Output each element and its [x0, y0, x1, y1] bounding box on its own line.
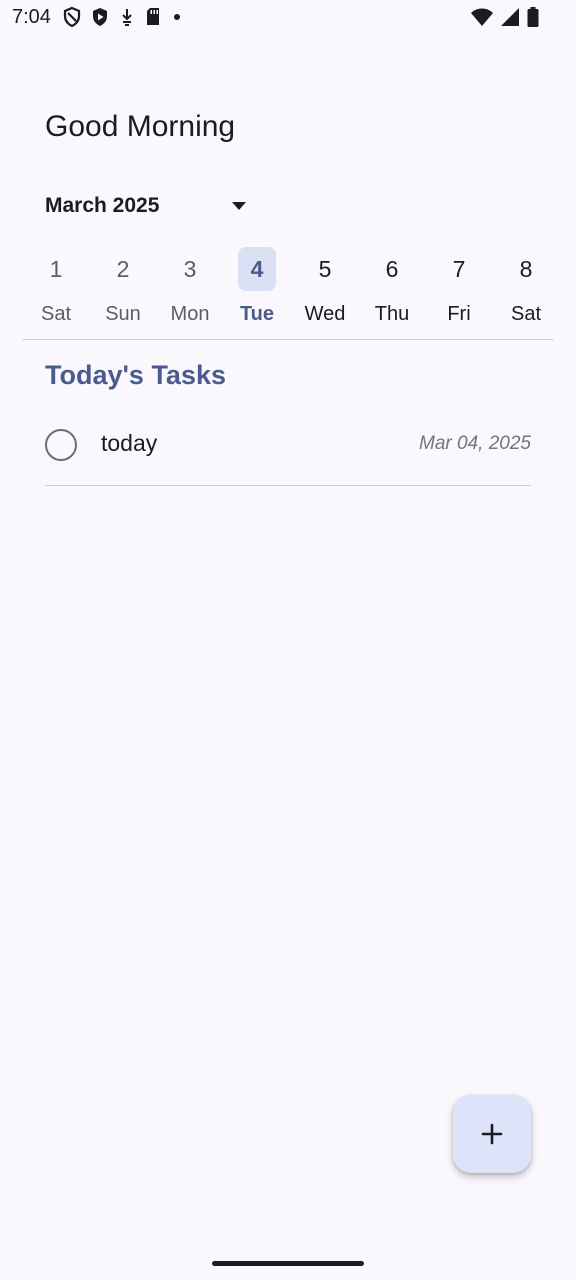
- day-cell-1[interactable]: 1 Sat: [26, 245, 86, 335]
- month-selector[interactable]: March 2025: [45, 194, 247, 218]
- day-name: Fri: [447, 303, 471, 325]
- day-name: Sat: [510, 303, 542, 325]
- day-name: Thu: [374, 303, 410, 325]
- day-name: Wed: [304, 303, 346, 325]
- day-name: Mon: [170, 303, 210, 325]
- day-number: 3: [183, 256, 197, 282]
- signal-icon: [501, 8, 519, 26]
- status-bar: 7:04: [0, 0, 576, 36]
- day-cell-2[interactable]: 2 Sun: [93, 245, 153, 335]
- battery-icon: [527, 7, 539, 27]
- plus-icon: [481, 1123, 503, 1145]
- status-time: 7:04: [12, 6, 51, 28]
- page-title: Good Morning: [45, 110, 236, 143]
- sd-card-icon: [147, 8, 159, 25]
- add-task-button[interactable]: [453, 1095, 531, 1173]
- day-number: 7: [452, 256, 466, 282]
- notification-dot-icon: [174, 14, 180, 20]
- task-date: Mar 04, 2025: [419, 433, 531, 454]
- day-number: 2: [116, 256, 130, 282]
- day-name: Sun: [105, 303, 141, 325]
- day-name: Sat: [40, 303, 72, 325]
- day-number: 4: [238, 247, 276, 291]
- day-cell-5[interactable]: 5 Wed: [295, 245, 355, 335]
- shield-play-icon: [93, 8, 107, 26]
- day-number: 5: [318, 256, 332, 282]
- dropdown-arrow-icon: [232, 202, 247, 210]
- task-item[interactable]: today Mar 04, 2025: [45, 422, 531, 486]
- day-cell-4-selected[interactable]: 4 Tue: [227, 245, 287, 335]
- download-icon: [122, 9, 132, 26]
- status-icons-left: [62, 6, 184, 28]
- home-indicator[interactable]: [212, 1261, 364, 1266]
- status-icons-right: [470, 6, 540, 28]
- date-strip: 1 Sat 2 Sun 3 Mon 4 Tue 5 Wed 6 Thu 7 Fr…: [22, 245, 554, 340]
- day-cell-7[interactable]: 7 Fri: [429, 245, 489, 335]
- wifi-icon: [471, 8, 493, 26]
- day-cell-6[interactable]: 6 Thu: [362, 245, 422, 335]
- task-title: today: [101, 430, 158, 456]
- month-label: March 2025: [45, 194, 160, 217]
- day-cell-8[interactable]: 8 Sat: [496, 245, 556, 335]
- day-number: 8: [519, 256, 533, 282]
- day-name: Tue: [239, 303, 275, 325]
- day-number: 1: [49, 256, 63, 282]
- section-title-todays-tasks: Today's Tasks: [45, 360, 226, 390]
- shield-outline-icon: [63, 6, 81, 28]
- task-checkbox[interactable]: [45, 429, 77, 461]
- day-cell-3[interactable]: 3 Mon: [160, 245, 220, 335]
- day-number: 6: [385, 256, 399, 282]
